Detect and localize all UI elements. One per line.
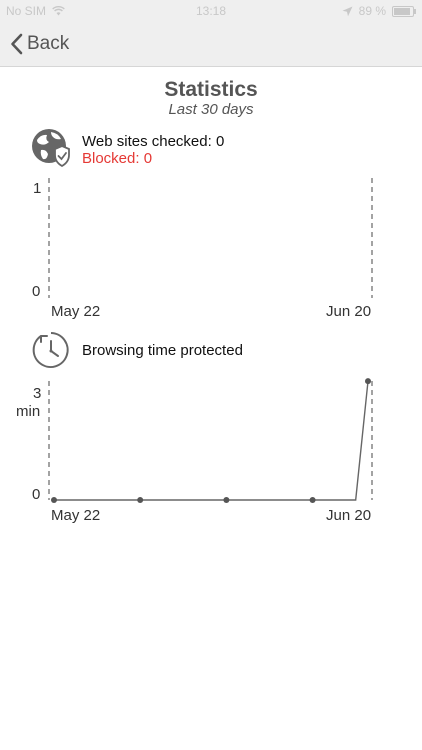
chart2-point-0 xyxy=(51,497,57,503)
chart2-series-line xyxy=(54,381,369,501)
charts-canvas xyxy=(48,178,373,503)
chart2-point-1 xyxy=(137,497,144,503)
chart2-point-2 xyxy=(223,497,230,503)
chart2-point-3 xyxy=(309,497,316,503)
chart2-point-4 xyxy=(365,378,371,385)
